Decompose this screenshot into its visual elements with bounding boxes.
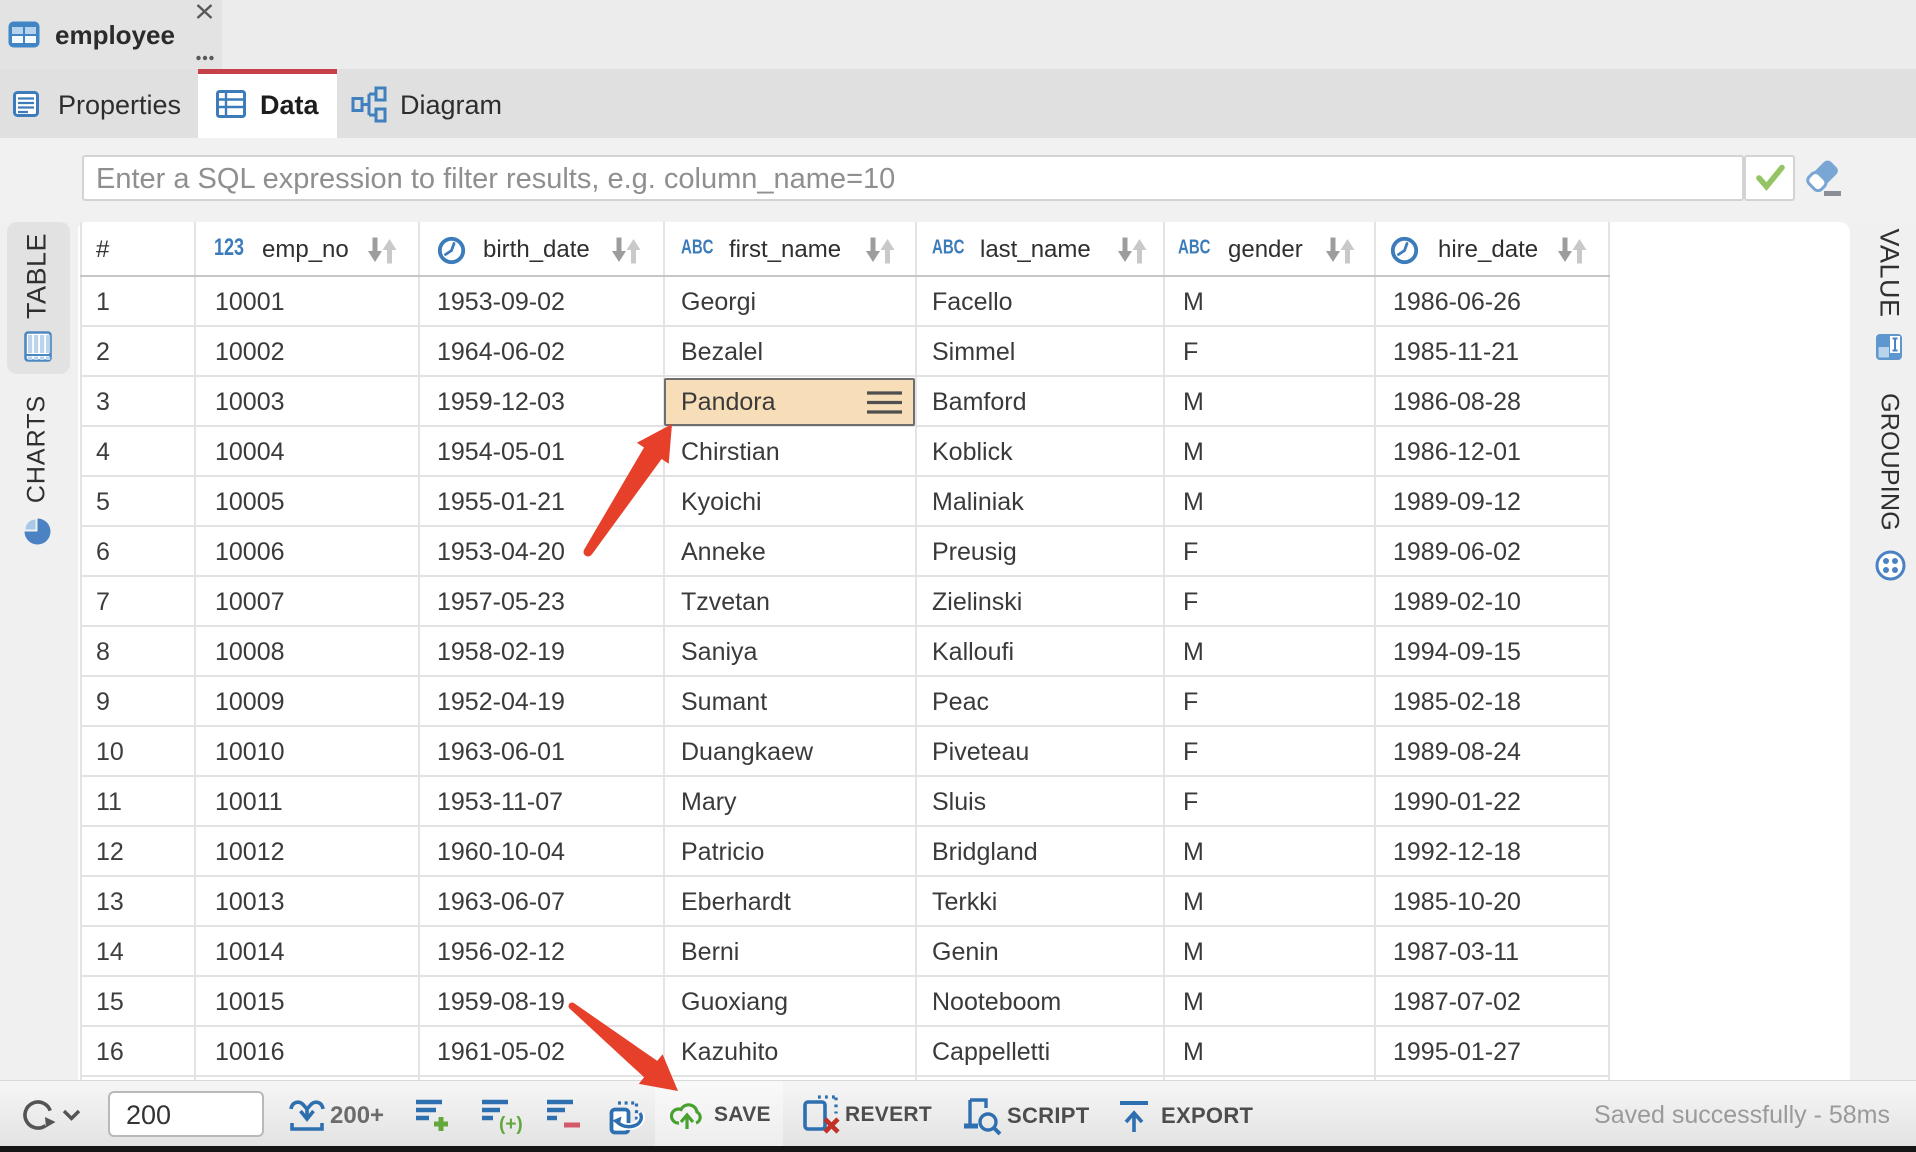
svg-text:(+): (+) — [499, 1114, 523, 1134]
